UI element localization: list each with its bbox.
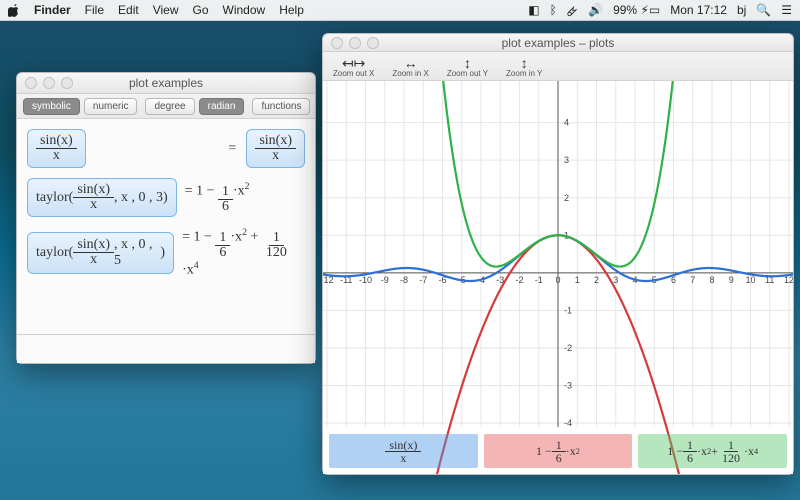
notification-icon[interactable]: ☰	[781, 3, 792, 17]
zoom-out-x-button[interactable]: ↤↦Zoom out X	[333, 57, 374, 78]
svg-text:-2: -2	[515, 275, 523, 285]
tab-symbolic[interactable]: symbolic	[23, 98, 80, 115]
expression-row: sin(x)x = sin(x)x	[27, 129, 305, 168]
bluetooth-icon[interactable]: ᛒ	[550, 3, 557, 17]
expression-input[interactable]: taylor(sin(x)x, x , 0 , 3)	[27, 178, 177, 217]
legend: sin(x)x 1 − 16·x2 1 − 16·x2 + 1120·x4	[329, 434, 787, 468]
svg-text:-3: -3	[564, 381, 572, 391]
menu-file[interactable]: File	[85, 3, 104, 17]
svg-text:-1: -1	[535, 275, 543, 285]
expression-result-text: = 1 − 16·x2 + 1120·x4	[182, 227, 305, 278]
svg-text:4: 4	[564, 118, 569, 128]
expression-list: sin(x)x = sin(x)x taylor(sin(x)x, x , 0 …	[17, 119, 315, 334]
expression-input[interactable]: taylor(sin(x)x, x , 0 , 5)	[27, 232, 174, 274]
minimize-icon[interactable]	[349, 37, 361, 49]
window-plots: plot examples – plots ↤↦Zoom out X ↔Zoom…	[322, 33, 794, 475]
legend-item-green[interactable]: 1 − 16·x2 + 1120·x4	[638, 434, 787, 468]
legend-item-red[interactable]: 1 − 16·x2	[484, 434, 633, 468]
expression-result-text: = 1 − 16·x2	[185, 181, 250, 214]
svg-text:8: 8	[709, 275, 714, 285]
zoom-out-y-button[interactable]: ↕Zoom out Y	[447, 57, 488, 78]
zoom-in-x-button[interactable]: ↔Zoom in X	[392, 57, 428, 78]
menu-view[interactable]: View	[153, 3, 179, 17]
svg-text:7: 7	[690, 275, 695, 285]
battery-status[interactable]: 99% ⚡︎▭	[613, 3, 660, 17]
toolbar: symbolic numeric degree radian functions	[17, 94, 315, 119]
menu-go[interactable]: Go	[193, 3, 209, 17]
svg-text:2: 2	[564, 193, 569, 203]
display-icon[interactable]: ◧	[528, 3, 539, 17]
close-icon[interactable]	[25, 77, 37, 89]
apple-icon[interactable]	[8, 4, 20, 17]
expression-result[interactable]: sin(x)x	[246, 129, 305, 168]
plot-toolbar: ↤↦Zoom out X ↔Zoom in X ↕Zoom out Y ↕Zoo…	[323, 52, 793, 81]
svg-text:-4: -4	[564, 418, 572, 428]
zoom-icon[interactable]	[367, 37, 379, 49]
tab-radian[interactable]: radian	[199, 98, 245, 115]
svg-text:-1: -1	[564, 306, 572, 316]
minimize-icon[interactable]	[43, 77, 55, 89]
svg-text:3: 3	[564, 156, 569, 166]
svg-text:2: 2	[594, 275, 599, 285]
tab-degree[interactable]: degree	[145, 98, 194, 115]
window-title: plot examples – plots	[502, 36, 615, 50]
chart-canvas: -12-11-10-9-8-7-6-5-4-3-2-10123456789101…	[323, 81, 793, 474]
clock[interactable]: Mon 17:12	[670, 3, 727, 17]
user[interactable]: bj	[737, 3, 746, 17]
close-icon[interactable]	[331, 37, 343, 49]
expression-row: taylor(sin(x)x, x , 0 , 5) = 1 − 16·x2 +…	[27, 227, 305, 278]
zoom-in-y-button[interactable]: ↕Zoom in Y	[506, 57, 542, 78]
app-name[interactable]: Finder	[34, 3, 71, 17]
status-bar	[17, 334, 315, 363]
tab-numeric[interactable]: numeric	[84, 98, 138, 115]
svg-text:-8: -8	[400, 275, 408, 285]
plot-area[interactable]: -12-11-10-9-8-7-6-5-4-3-2-10123456789101…	[323, 81, 793, 474]
svg-text:-2: -2	[564, 343, 572, 353]
svg-text:0: 0	[555, 275, 560, 285]
expression-row: taylor(sin(x)x, x , 0 , 3) = 1 − 16·x2	[27, 178, 305, 217]
menubar: Finder File Edit View Go Window Help ◧ ᛒ…	[0, 0, 800, 21]
zoom-icon[interactable]	[61, 77, 73, 89]
svg-text:3: 3	[613, 275, 618, 285]
svg-text:-9: -9	[381, 275, 389, 285]
window-title: plot examples	[129, 76, 203, 90]
titlebar[interactable]: plot examples – plots	[323, 34, 793, 52]
tab-functions[interactable]: functions	[252, 98, 310, 115]
spotlight-icon[interactable]: 🔍	[756, 3, 771, 17]
titlebar[interactable]: plot examples	[17, 73, 315, 94]
svg-text:9: 9	[729, 275, 734, 285]
menu-edit[interactable]: Edit	[118, 3, 139, 17]
window-plot-examples: plot examples symbolic numeric degree ra…	[16, 72, 316, 364]
equals-label: =	[228, 141, 238, 157]
svg-text:-7: -7	[419, 275, 427, 285]
menu-window[interactable]: Window	[223, 3, 266, 17]
menu-help[interactable]: Help	[279, 3, 304, 17]
expression-input[interactable]: sin(x)x	[27, 129, 86, 168]
svg-text:1: 1	[575, 275, 580, 285]
wifi-icon[interactable]: 🜸	[567, 0, 578, 23]
legend-item-blue[interactable]: sin(x)x	[329, 434, 478, 468]
svg-text:-10: -10	[359, 275, 372, 285]
volume-icon[interactable]: 🔊	[588, 3, 603, 17]
svg-text:10: 10	[745, 275, 755, 285]
